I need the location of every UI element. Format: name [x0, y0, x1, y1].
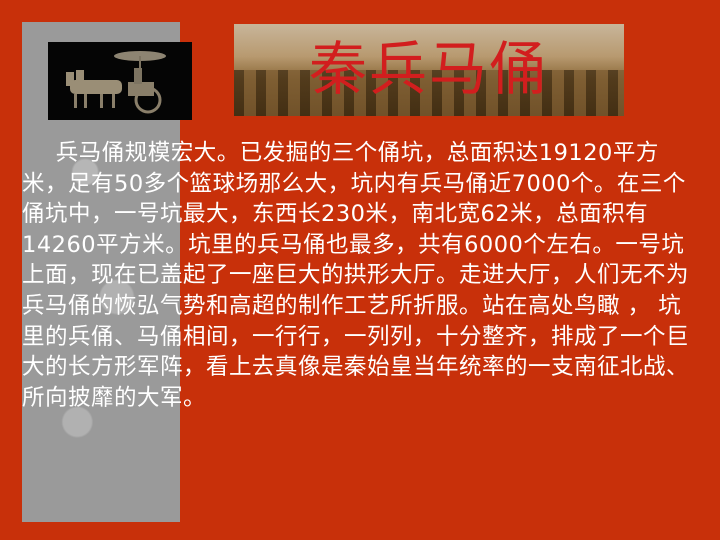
slide-title: 秦兵马俑 [308, 35, 549, 103]
bronze-chariot-image [48, 42, 192, 120]
terracotta-pit-banner: 秦兵马俑 [234, 24, 624, 116]
body-paragraph: 兵马俑规模宏大。已发掘的三个俑坑，总面积达19120平方米，足有50多个篮球场那… [22, 140, 690, 411]
